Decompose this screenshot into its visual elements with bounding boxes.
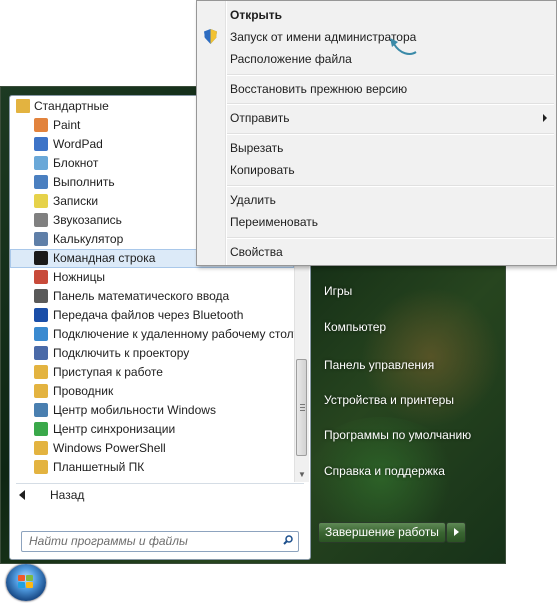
program-label: Приступая к работе [53, 365, 163, 379]
shutdown-label: Завершение работы [325, 525, 439, 539]
link-devices-printers[interactable]: Устройства и принтеры [324, 393, 454, 407]
microphone-icon [34, 213, 48, 227]
menu-item-restore-previous[interactable]: Восстановить прежнюю версию [230, 80, 407, 98]
program-item[interactable]: Панель математического ввода [10, 287, 294, 306]
context-menu: Открыть Запуск от имени администратора Р… [196, 0, 557, 266]
back-button[interactable]: Назад [10, 486, 300, 504]
program-item[interactable]: Ножницы [10, 268, 294, 287]
menu-item-delete[interactable]: Удалить [230, 191, 276, 209]
program-item[interactable]: Центр мобильности Windows [10, 401, 294, 420]
program-label: Командная строка [53, 251, 156, 265]
link-games[interactable]: Игры [324, 284, 352, 298]
notepad-icon [34, 156, 48, 170]
back-arrow-icon [19, 490, 25, 500]
annotation-arrow-icon [390, 38, 417, 55]
search-input[interactable]: Найти программы и файлы [21, 531, 299, 552]
calculator-icon [34, 232, 48, 246]
bluetooth-icon [34, 308, 48, 322]
link-help-support[interactable]: Справка и поддержка [324, 464, 445, 478]
start-button[interactable] [6, 564, 46, 601]
program-label: Проводник [53, 384, 114, 398]
program-label: Выполнить [53, 175, 115, 189]
grip-icon [300, 404, 305, 411]
program-label: Подключение к удаленному рабочему столу [53, 327, 294, 341]
program-label: Планшетный ПК [53, 460, 145, 474]
windows-logo-icon [18, 575, 34, 589]
program-label: WordPad [53, 137, 103, 151]
shutdown-options-button[interactable] [446, 522, 466, 543]
program-label: Звукозапись [53, 213, 122, 227]
program-label: Paint [53, 118, 81, 132]
sync-center-icon [34, 422, 48, 436]
program-item[interactable]: Приступая к работе [10, 363, 294, 382]
program-label: Записки [53, 194, 99, 208]
search-icon[interactable] [283, 535, 293, 545]
program-item[interactable]: Планшетный ПК [10, 458, 294, 477]
projector-icon [34, 346, 48, 360]
program-label: Центр мобильности Windows [53, 403, 216, 417]
search-placeholder: Найти программы и файлы [29, 534, 188, 548]
wordpad-icon [34, 137, 48, 151]
menu-item-properties[interactable]: Свойства [230, 243, 283, 261]
paint-icon [34, 118, 48, 132]
menu-separator [227, 74, 554, 76]
menu-item-rename[interactable]: Переименовать [230, 213, 318, 231]
menu-separator [227, 103, 554, 105]
program-label: Панель математического ввода [53, 289, 230, 303]
uac-shield-icon [204, 29, 217, 44]
back-label: Назад [50, 488, 85, 502]
link-computer[interactable]: Компьютер [324, 320, 386, 334]
shutdown-button[interactable]: Завершение работы [318, 522, 446, 543]
program-label: Ножницы [53, 270, 106, 284]
folder-label: Стандартные [34, 99, 109, 113]
program-label: Передача файлов через Bluetooth [53, 308, 244, 322]
folder-icon [16, 99, 30, 113]
program-label: Windows PowerShell [53, 441, 166, 455]
math-input-icon [34, 289, 48, 303]
program-label: Калькулятор [53, 232, 124, 246]
program-item[interactable]: Центр синхронизации [10, 420, 294, 439]
explorer-icon [34, 384, 48, 398]
program-item[interactable]: Windows PowerShell [10, 439, 294, 458]
menu-item-open[interactable]: Открыть [230, 6, 282, 24]
menu-item-cut[interactable]: Вырезать [230, 139, 283, 157]
getting-started-icon [34, 365, 48, 379]
scissors-icon [34, 270, 48, 284]
program-label: Блокнот [53, 156, 99, 170]
remote-desktop-icon [34, 327, 48, 341]
menu-separator [227, 185, 554, 187]
divider [16, 483, 304, 484]
folder-icon [34, 441, 48, 455]
link-default-programs[interactable]: Программы по умолчанию [324, 428, 471, 442]
menu-item-file-location[interactable]: Расположение файла [230, 50, 352, 68]
program-label: Центр синхронизации [53, 422, 176, 436]
program-item[interactable]: Подключение к удаленному рабочему столу [10, 325, 294, 344]
program-item[interactable]: Передача файлов через Bluetooth [10, 306, 294, 325]
program-item[interactable]: Проводник [10, 382, 294, 401]
sticky-notes-icon [34, 194, 48, 208]
menu-separator [227, 133, 554, 135]
program-item[interactable]: Подключить к проектору [10, 344, 294, 363]
link-control-panel[interactable]: Панель управления [324, 358, 434, 372]
run-icon [34, 175, 48, 189]
scrollbar-thumb[interactable] [296, 359, 307, 456]
cmd-icon [34, 251, 48, 265]
chevron-right-icon [454, 528, 459, 536]
submenu-arrow-icon [543, 114, 547, 122]
mobility-center-icon [34, 403, 48, 417]
menu-item-send-to[interactable]: Отправить [230, 109, 290, 127]
menu-separator [227, 237, 554, 239]
scroll-down-arrow-icon[interactable]: ▼ [295, 468, 309, 482]
program-label: Подключить к проектору [53, 346, 190, 360]
folder-icon [34, 460, 48, 474]
menu-item-copy[interactable]: Копировать [230, 161, 295, 179]
